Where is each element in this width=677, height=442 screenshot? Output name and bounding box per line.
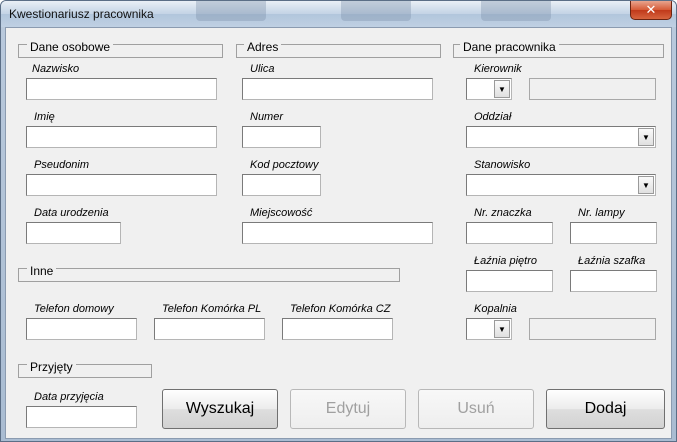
bath-locker-input[interactable]	[570, 270, 657, 292]
delete-button[interactable]: Usuń	[418, 389, 534, 429]
first-name-label: Imię	[34, 111, 55, 123]
window: Kwestionariusz pracownika ✕ Dane osobowe…	[0, 0, 677, 442]
surname-input[interactable]	[26, 78, 217, 100]
hire-date-label: Data przyjęcia	[34, 391, 104, 403]
mine-name-display	[529, 318, 656, 340]
street-input[interactable]	[242, 78, 433, 100]
phone-home-label: Telefon domowy	[34, 303, 114, 315]
title-bar: Kwestionariusz pracownika ✕	[1, 1, 676, 27]
street-label: Ulica	[250, 63, 275, 75]
section-personal-title: Dane osobowe	[27, 40, 114, 54]
city-label: Miejscowość	[250, 207, 313, 219]
section-employee-title: Dane pracownika	[460, 40, 559, 54]
chevron-down-icon[interactable]: ▼	[638, 128, 654, 146]
lamp-number-label: Nr. lampy	[578, 207, 625, 219]
phone-mobile-cz-input[interactable]	[282, 318, 393, 340]
position-combobox[interactable]: ▼	[466, 174, 656, 196]
phone-mobile-cz-label: Telefon Komórka CZ	[290, 303, 391, 315]
background-tab-ghost	[481, 1, 551, 21]
hire-date-input[interactable]	[26, 406, 137, 428]
search-button[interactable]: Wyszukaj	[162, 389, 278, 429]
edit-button[interactable]: Edytuj	[290, 389, 406, 429]
manager-combobox[interactable]: ▼	[466, 78, 512, 100]
manager-label: Kierownik	[474, 63, 522, 75]
surname-label: Nazwisko	[32, 63, 80, 75]
section-other-frame	[18, 268, 400, 282]
city-input[interactable]	[242, 222, 433, 244]
phone-mobile-pl-input[interactable]	[154, 318, 265, 340]
postal-code-input[interactable]	[242, 174, 321, 196]
section-address-title: Adres	[244, 40, 282, 54]
nickname-label: Pseudonim	[34, 159, 90, 171]
chevron-down-icon[interactable]: ▼	[494, 320, 510, 338]
bath-floor-input[interactable]	[466, 270, 553, 292]
first-name-input[interactable]	[26, 126, 217, 148]
manager-name-display	[529, 78, 656, 100]
chevron-down-icon[interactable]: ▼	[638, 176, 654, 194]
bath-locker-label: Łaźnia szafka	[578, 255, 646, 267]
nickname-input[interactable]	[26, 174, 217, 196]
number-label: Numer	[250, 111, 284, 123]
mine-label: Kopalnia	[474, 303, 517, 315]
add-button[interactable]: Dodaj	[546, 389, 665, 429]
close-icon: ✕	[645, 2, 657, 17]
chevron-down-icon[interactable]: ▼	[494, 80, 510, 98]
mine-combobox[interactable]: ▼	[466, 318, 512, 340]
section-hired-title: Przyjęty	[27, 360, 76, 374]
badge-number-label: Nr. znaczka	[474, 207, 532, 219]
lamp-number-input[interactable]	[570, 222, 657, 244]
number-input[interactable]	[242, 126, 321, 148]
background-tab-ghost	[196, 1, 266, 21]
birth-date-label: Data urodzenia	[34, 207, 109, 219]
birth-date-input[interactable]	[26, 222, 121, 244]
section-other-title: Inne	[27, 264, 57, 278]
background-tab-ghost	[341, 1, 411, 21]
phone-home-input[interactable]	[26, 318, 137, 340]
form-client-area: Dane osobowe Nazwisko Imię Pseudonim Dat…	[5, 27, 672, 439]
badge-number-input[interactable]	[466, 222, 553, 244]
close-button[interactable]: ✕	[630, 1, 672, 20]
window-title: Kwestionariusz pracownika	[9, 7, 154, 21]
bath-floor-label: Łaźnia piętro	[474, 255, 537, 267]
phone-mobile-pl-label: Telefon Komórka PL	[162, 303, 262, 315]
postal-code-label: Kod pocztowy	[250, 159, 319, 171]
position-label: Stanowisko	[474, 159, 531, 171]
department-label: Oddział	[474, 111, 512, 123]
department-combobox[interactable]: ▼	[466, 126, 656, 148]
